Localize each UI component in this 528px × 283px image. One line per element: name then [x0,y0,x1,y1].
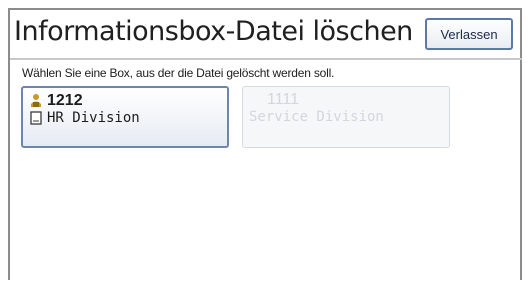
header-divider [10,58,522,60]
document-icon [29,110,43,126]
box-name: Service Division [249,109,384,125]
box-number: 1212 [47,92,83,109]
page-title: Informationsbox-Datei löschen [14,16,413,47]
box-button-1212[interactable]: 1212 HR Division [21,86,229,148]
instruction-text: Wählen Sie eine Box, aus der die Datei g… [22,66,335,80]
exit-button[interactable]: Verlassen [425,18,513,50]
box-number: 1111 [267,91,300,108]
box-button-1111: 1111 Service Division [242,86,450,148]
box-name: HR Division [47,110,140,126]
user-lock-icon [29,93,43,109]
